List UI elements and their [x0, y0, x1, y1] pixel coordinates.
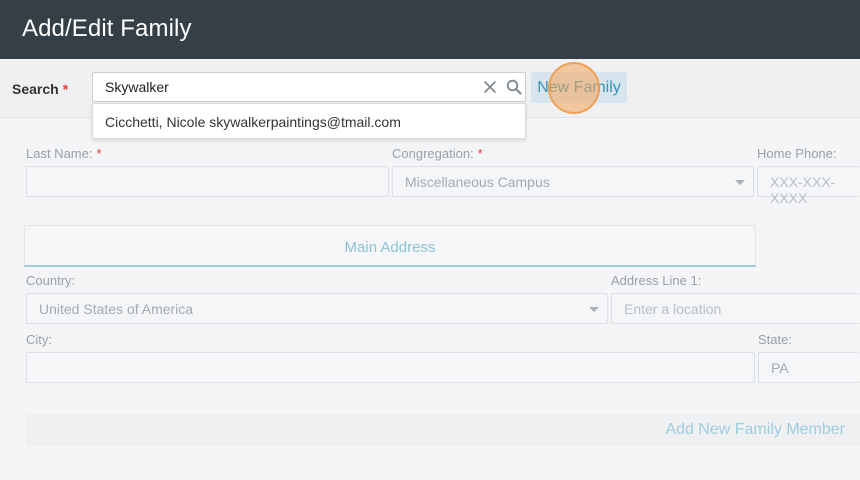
address-line1-placeholder: Enter a location — [624, 301, 722, 317]
congregation-label: Congregation: * — [392, 146, 483, 161]
last-name-input[interactable] — [26, 166, 389, 197]
city-input[interactable] — [26, 352, 755, 383]
required-mark: * — [96, 146, 102, 161]
page-title: Add/Edit Family — [22, 15, 192, 42]
required-mark: * — [477, 146, 483, 161]
search-label: Search * — [12, 81, 68, 97]
main-address-title: Main Address — [344, 239, 436, 256]
state-value: PA — [771, 360, 789, 376]
chevron-down-icon — [735, 180, 745, 185]
home-phone-placeholder: XXX-XXX-XXXX — [770, 174, 836, 206]
state-input[interactable]: PA — [758, 352, 860, 383]
search-label-text: Search — [12, 81, 59, 97]
add-family-member-button[interactable]: Add New Family Member — [665, 421, 845, 439]
congregation-label-text: Congregation: — [392, 146, 474, 161]
required-mark: * — [62, 81, 69, 97]
home-phone-label: Home Phone: — [757, 146, 837, 161]
search-icon[interactable] — [505, 78, 523, 96]
last-name-label-text: Last Name: — [26, 146, 93, 161]
state-label: State: — [758, 332, 792, 347]
home-phone-input[interactable]: XXX-XXX-XXXX — [757, 166, 860, 206]
country-select[interactable]: United States of America — [26, 293, 608, 324]
country-value: United States of America — [39, 301, 194, 317]
family-members-bar: Add New Family Member — [26, 414, 860, 446]
city-label: City: — [26, 332, 52, 347]
search-results-dropdown: Cicchetti, Nicole skywalkerpaintings@tma… — [92, 103, 526, 139]
country-label: Country: — [26, 273, 76, 288]
congregation-select[interactable]: Miscellaneous Campus — [392, 166, 754, 197]
clear-icon[interactable] — [482, 79, 498, 95]
last-name-label: Last Name: * — [26, 146, 102, 161]
chevron-down-icon — [589, 307, 599, 312]
address-line1-label: Address Line 1: — [611, 273, 702, 288]
search-result-item[interactable]: Cicchetti, Nicole skywalkerpaintings@tma… — [105, 114, 401, 130]
page-header: Add/Edit Family — [0, 0, 860, 59]
congregation-value: Miscellaneous Campus — [405, 174, 550, 190]
new-family-button[interactable]: New Family — [531, 72, 627, 103]
search-input[interactable] — [92, 72, 526, 102]
main-address-header: Main Address — [24, 225, 756, 267]
address-line1-input[interactable]: Enter a location — [611, 293, 860, 324]
